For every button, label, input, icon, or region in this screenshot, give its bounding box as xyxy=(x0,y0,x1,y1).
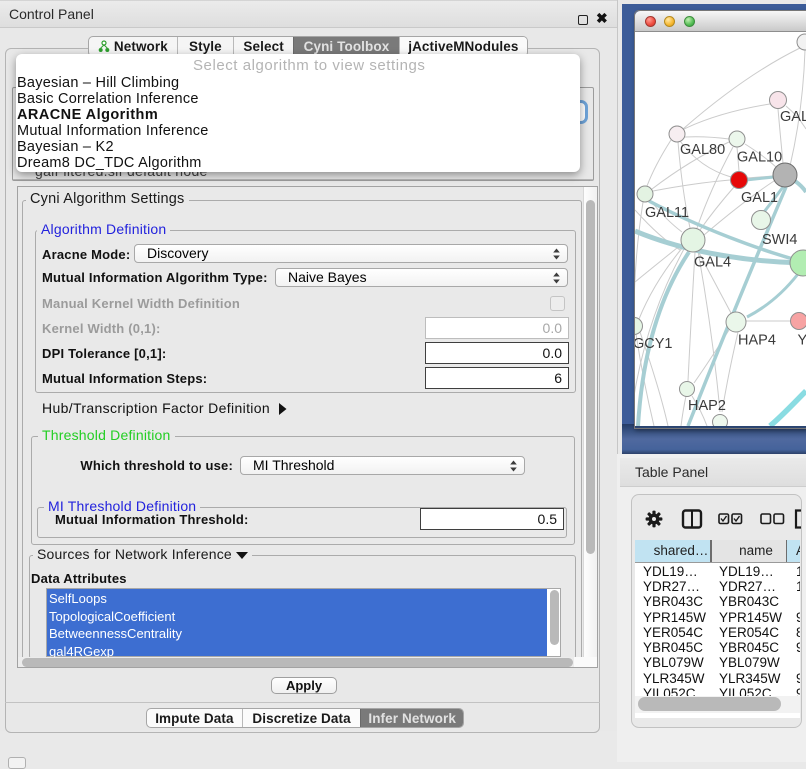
svg-text:GAL4: GAL4 xyxy=(694,255,731,271)
svg-text:GAL11: GAL11 xyxy=(645,205,689,221)
svg-text:Y: Y xyxy=(798,333,806,349)
svg-text:GAL80: GAL80 xyxy=(680,142,725,158)
svg-text:SWI4: SWI4 xyxy=(762,232,797,248)
svg-text:GCY1: GCY1 xyxy=(635,336,673,352)
svg-text:GAL1: GAL1 xyxy=(741,190,778,206)
svg-text:HAP2: HAP2 xyxy=(688,398,726,414)
svg-text:GAL10: GAL10 xyxy=(737,150,782,166)
svg-text:GAL: GAL xyxy=(780,109,806,125)
svg-text:HAP4: HAP4 xyxy=(738,333,776,349)
